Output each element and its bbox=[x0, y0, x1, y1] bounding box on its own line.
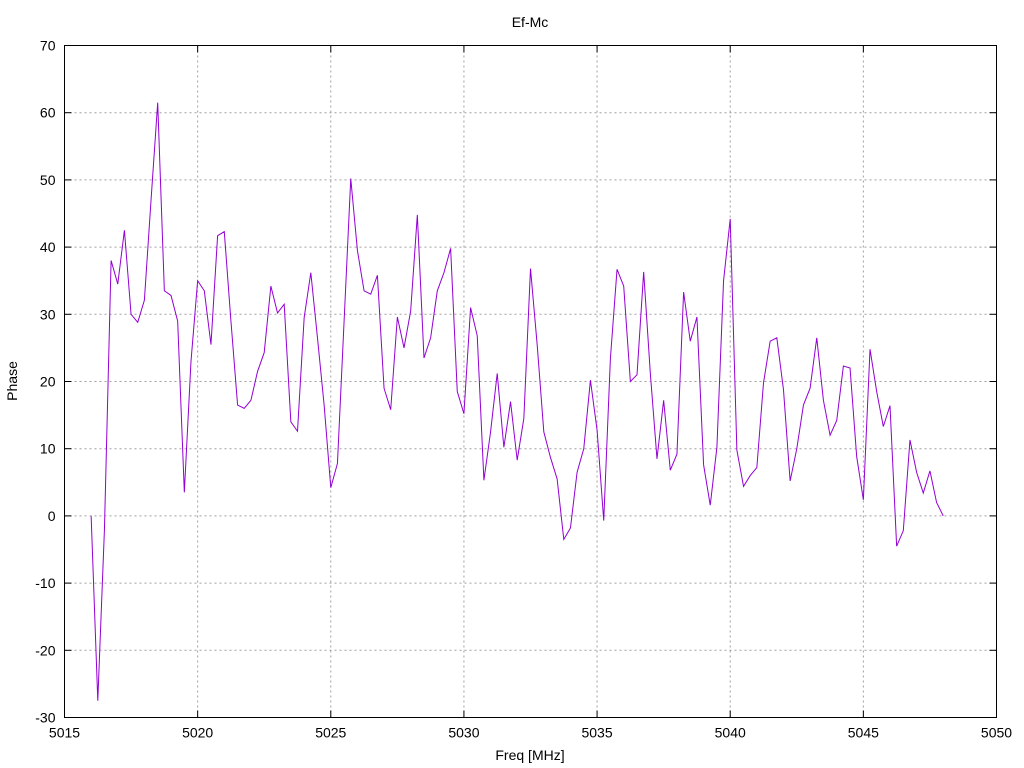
x-tick-label: 5015 bbox=[49, 725, 80, 741]
y-tick-label: -10 bbox=[35, 575, 55, 591]
y-tick-label: 10 bbox=[40, 441, 56, 457]
phase-series-line bbox=[90, 102, 944, 701]
y-tick-label: 30 bbox=[40, 306, 56, 322]
y-tick-label: 70 bbox=[40, 38, 56, 54]
series-layer bbox=[90, 102, 944, 701]
x-tick-label: 5040 bbox=[715, 725, 746, 741]
y-tick-label: 50 bbox=[40, 172, 56, 188]
x-tick-label: 5030 bbox=[448, 725, 479, 741]
x-tick-label: 5020 bbox=[182, 725, 213, 741]
x-tick-label: 5035 bbox=[581, 725, 612, 741]
y-tick-label: 20 bbox=[40, 374, 56, 390]
y-axis-label: Phase bbox=[4, 361, 20, 401]
y-tick-labels: -30 -20 -10 0 10 20 30 40 50 60 70 bbox=[35, 38, 55, 726]
x-tick-label: 5045 bbox=[848, 725, 879, 741]
phase-line-chart: Ef-Mc 5015 5020 5025 5030 5035 5040 5045 5050 -… bbox=[4, 14, 1012, 763]
y-tick-label: 0 bbox=[48, 508, 56, 524]
grid-lines bbox=[64, 45, 997, 718]
y-tick-label: 40 bbox=[40, 239, 56, 255]
y-tick-label: -20 bbox=[35, 642, 55, 658]
y-tick-label: 60 bbox=[40, 105, 56, 121]
x-axis-label: Freq [MHz] bbox=[495, 747, 564, 763]
x-tick-label: 5025 bbox=[315, 725, 346, 741]
y-tick-label: -30 bbox=[35, 710, 55, 726]
x-tick-label: 5050 bbox=[981, 725, 1012, 741]
x-tick-labels: 5015 5020 5025 5030 5035 5040 5045 5050 bbox=[49, 725, 1012, 741]
chart-title: Ef-Mc bbox=[512, 14, 549, 30]
